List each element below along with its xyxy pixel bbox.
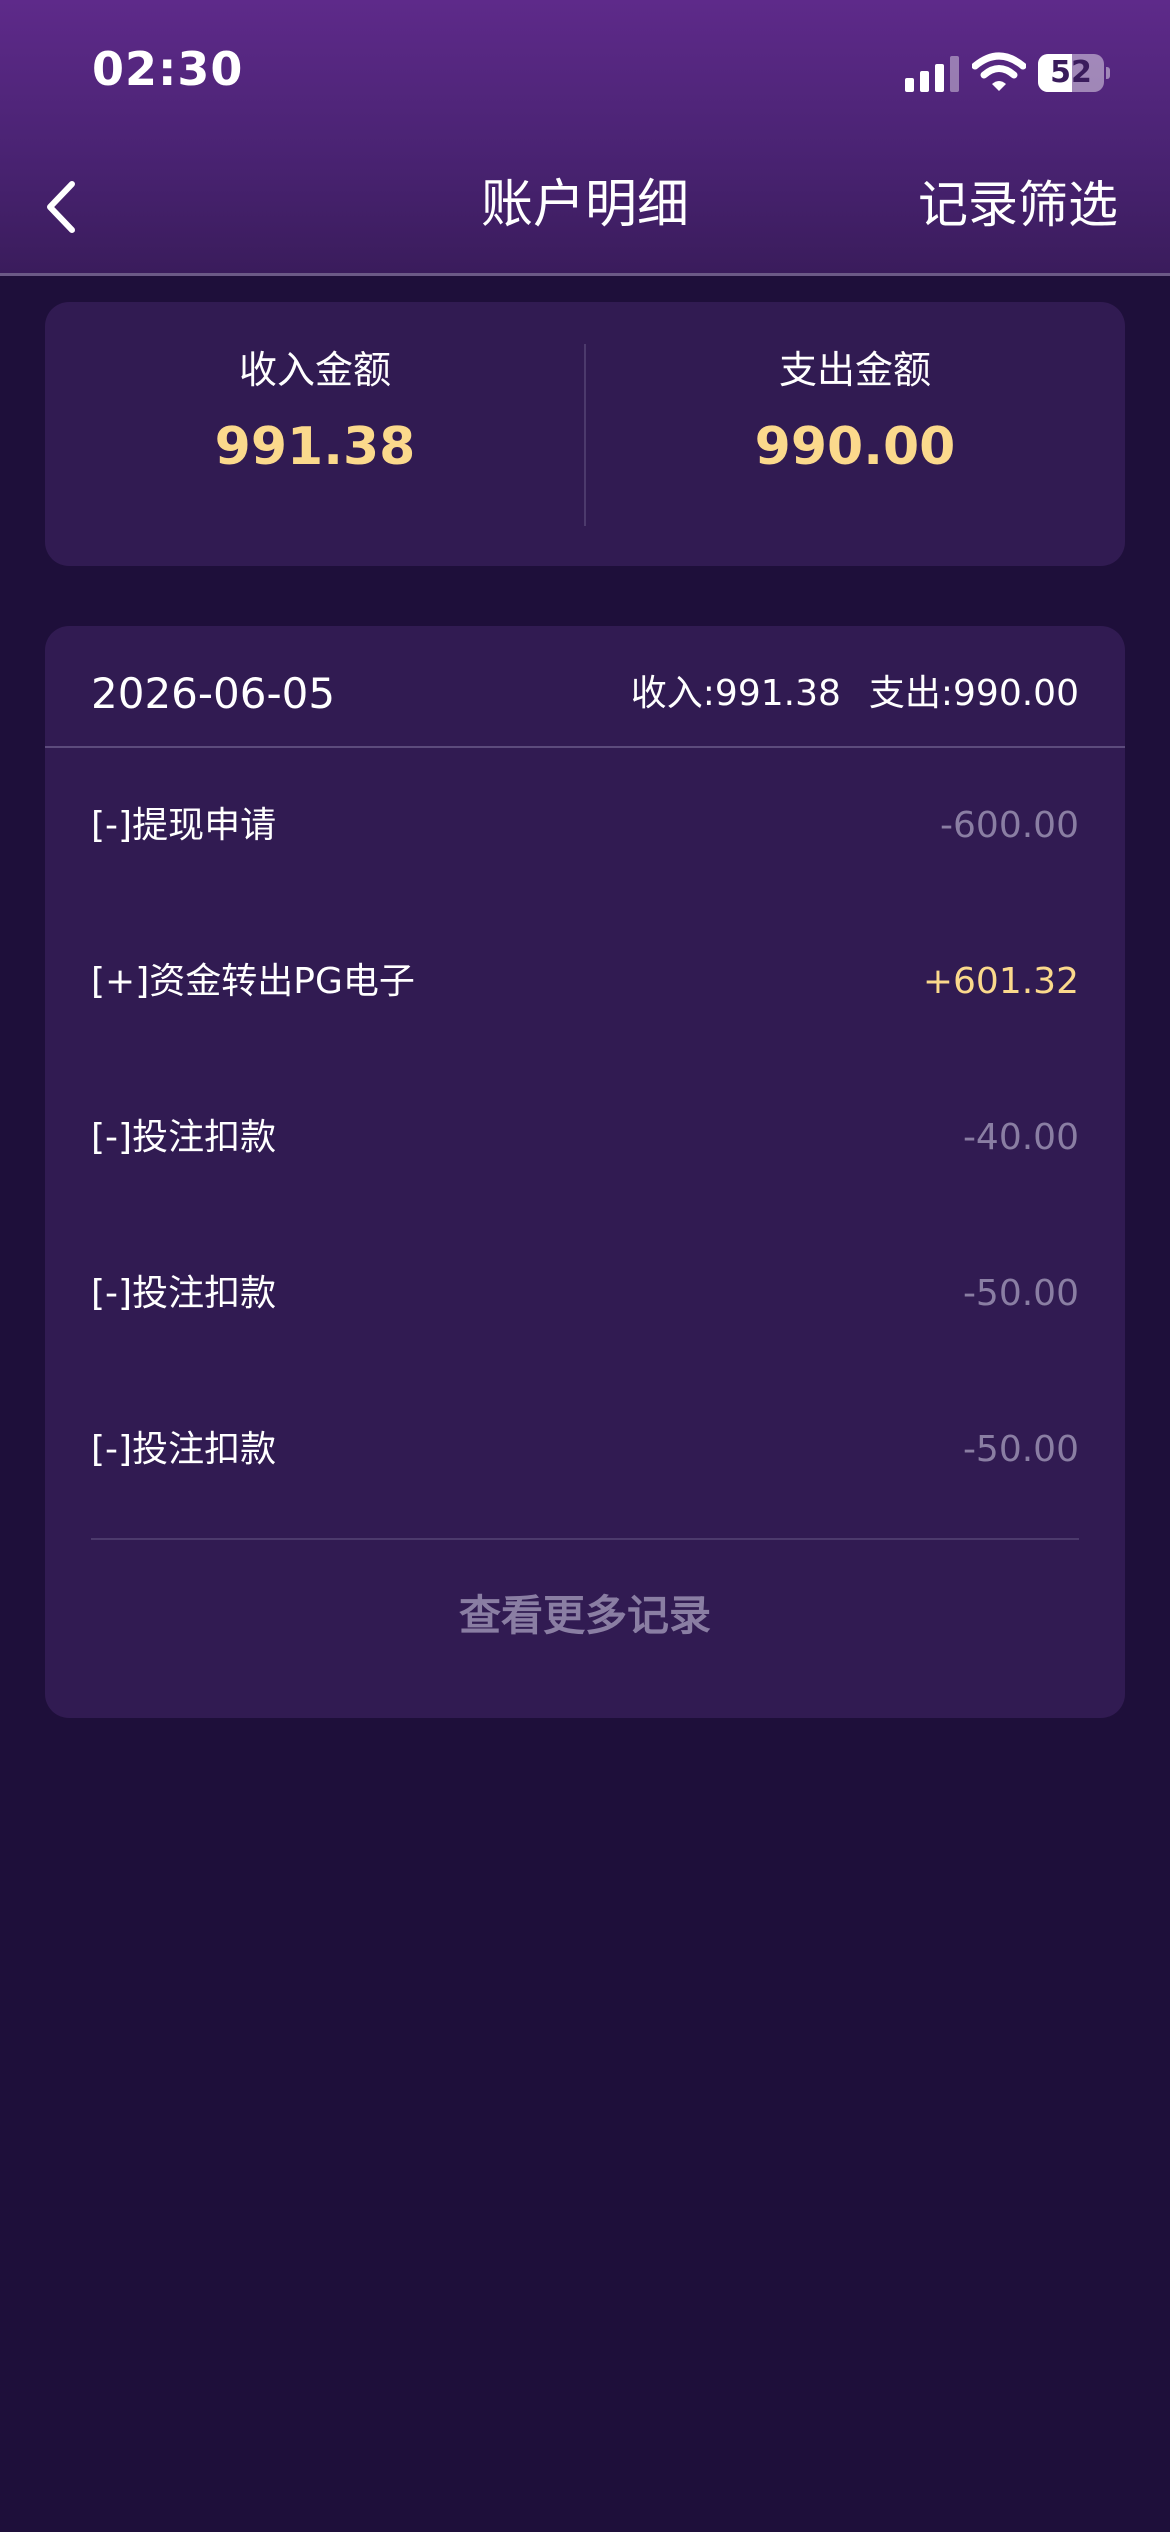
record-filter-button[interactable]: 记录筛选 <box>918 172 1118 238</box>
wifi-icon <box>972 52 1026 91</box>
expense-label: 支出金额 <box>778 348 931 392</box>
record-row[interactable]: [-]投注扣款 -40.00 <box>45 1060 1125 1216</box>
record-row[interactable]: [-]投注扣款 -50.00 <box>45 1216 1125 1372</box>
battery-tip <box>1106 67 1110 79</box>
record-row[interactable]: [-]投注扣款 -50.00 <box>45 1372 1125 1528</box>
expense-summary: 支出金额 990.00 <box>585 302 1125 566</box>
record-row[interactable]: [-]提现申请 -600.00 <box>45 748 1125 904</box>
record-amount: -50.00 <box>962 1273 1079 1314</box>
status-time: 02:30 <box>92 42 244 96</box>
nav-bar: 账户明细 记录筛选 <box>0 150 1170 276</box>
record-name: [-]投注扣款 <box>91 1273 277 1314</box>
battery-level: 52 <box>1050 55 1092 90</box>
records-date-header: 2026-06-05 收入:991.38 支出:990.00 <box>45 626 1125 748</box>
battery-body: 52 <box>1038 54 1104 92</box>
record-amount: -40.00 <box>962 1117 1079 1158</box>
record-row[interactable]: [+]资金转出PG电子 +601.32 <box>45 904 1125 1060</box>
summary-card: 收入金额 991.38 支出金额 990.00 <box>45 302 1125 566</box>
expense-value: 990.00 <box>754 417 956 477</box>
day-expense-total: 支出:990.00 <box>868 673 1079 714</box>
header: 02:30 52 账户明细 记录筛选 <box>0 0 1170 276</box>
record-amount: -50.00 <box>962 1429 1079 1470</box>
record-name: [-]投注扣款 <box>91 1117 277 1158</box>
record-name: [-]投注扣款 <box>91 1429 277 1470</box>
battery-icon: 52 <box>1038 54 1110 92</box>
records-day-totals: 收入:991.38 支出:990.00 <box>603 666 1079 722</box>
record-amount: +601.32 <box>922 961 1079 1002</box>
view-more-records-button[interactable]: 查看更多记录 <box>45 1586 1125 1646</box>
cellular-signal-icon <box>905 56 959 92</box>
more-divider <box>91 1538 1079 1540</box>
record-name: [-]提现申请 <box>91 805 277 846</box>
record-amount: -600.00 <box>940 805 1079 846</box>
records-date: 2026-06-05 <box>91 669 336 718</box>
income-value: 991.38 <box>214 417 416 477</box>
day-income-total: 收入:991.38 <box>630 673 841 714</box>
records-card: 2026-06-05 收入:991.38 支出:990.00 [-]提现申请 -6… <box>45 626 1125 1718</box>
income-summary: 收入金额 991.38 <box>45 302 585 566</box>
record-name: [+]资金转出PG电子 <box>91 961 415 1002</box>
income-label: 收入金额 <box>238 348 391 392</box>
status-bar: 02:30 52 <box>0 0 1170 150</box>
